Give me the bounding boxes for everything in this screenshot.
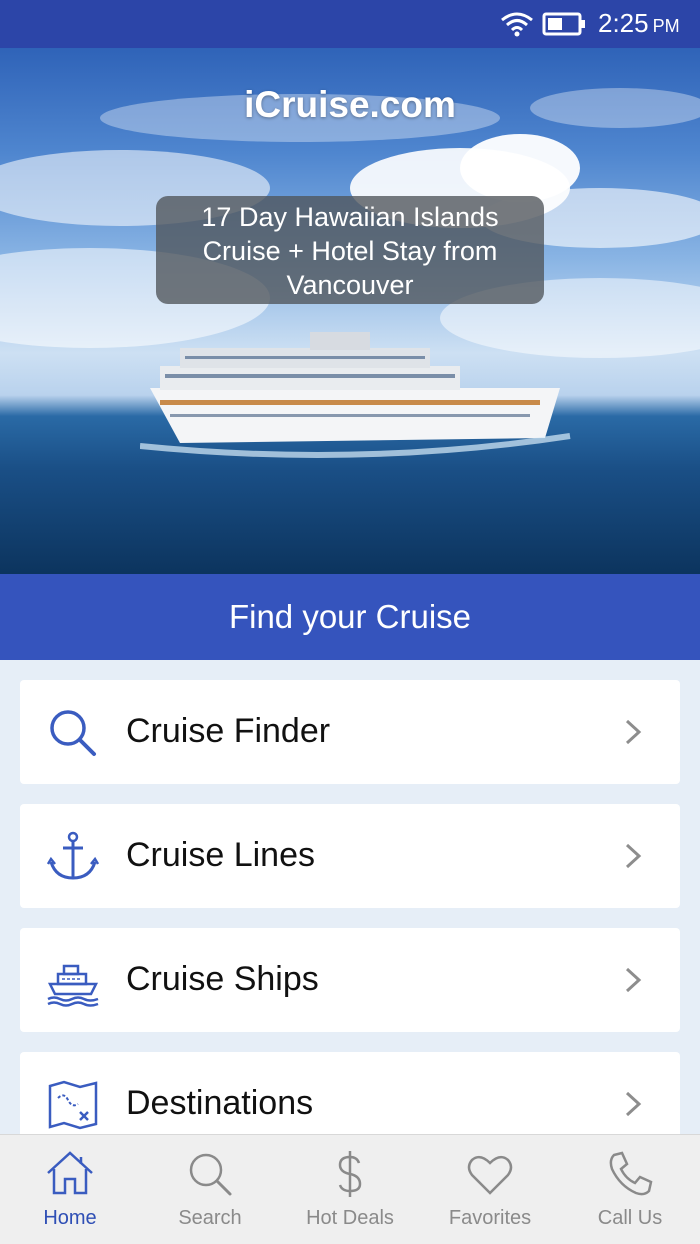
cruise-ship-image: [140, 332, 571, 458]
menu-item-cruise-finder[interactable]: Cruise Finder: [20, 680, 680, 784]
tab-label: Call Us: [597, 1207, 663, 1229]
app-title: iCruise.com: [244, 84, 456, 125]
find-cruise-header: Find your Cruise: [0, 574, 700, 660]
map-icon: [48, 1080, 98, 1130]
promo-line: 17 Day Hawaiian Islands: [201, 202, 499, 232]
ship-icon: [47, 964, 99, 1007]
tab-label: Favorites: [448, 1207, 532, 1229]
tab-label: Home: [43, 1207, 97, 1229]
menu-item-label: Cruise Finder: [126, 712, 331, 750]
anchor-icon: [46, 831, 100, 880]
tab-call-us[interactable]: Call Us: [560, 1135, 700, 1244]
menu-item-label: Destinations: [126, 1084, 314, 1122]
promo-line: Cruise + Hotel Stay from: [202, 236, 498, 266]
chevron-right-icon: [625, 1091, 642, 1117]
menu-item-cruise-lines[interactable]: Cruise Lines: [20, 804, 680, 908]
menu-item-cruise-ships[interactable]: Cruise Ships: [20, 928, 680, 1032]
tab-home[interactable]: Home: [0, 1135, 140, 1244]
hero-banner[interactable]: iCruise.com 17 Day Hawaiian Islands Crui…: [0, 48, 700, 574]
home-icon: [47, 1151, 93, 1195]
chevron-right-icon: [625, 843, 642, 869]
chevron-right-icon: [625, 719, 642, 745]
dollar-icon: [338, 1151, 362, 1197]
heart-icon: [467, 1155, 513, 1195]
promo-line: Vancouver: [286, 270, 414, 300]
promo-caption[interactable]: 17 Day Hawaiian Islands Cruise + Hotel S…: [156, 196, 544, 304]
chevron-right-icon: [625, 967, 642, 993]
tab-label: Search: [178, 1207, 242, 1229]
tab-favorites[interactable]: Favorites: [420, 1135, 560, 1244]
tab-search[interactable]: Search: [140, 1135, 280, 1244]
tab-label: Hot Deals: [306, 1207, 394, 1229]
status-bar: 2:25 PM: [0, 0, 700, 48]
menu-item-label: Cruise Ships: [126, 960, 319, 998]
search-icon: [50, 710, 96, 756]
search-icon: [189, 1153, 232, 1196]
battery-icon: [542, 12, 585, 36]
phone-icon: [609, 1151, 653, 1196]
wifi-icon: [501, 12, 533, 37]
bottom-tab-bar: Home Search Hot Deals Favorites Call Us: [0, 1134, 700, 1244]
status-time: 2:25 PM: [598, 8, 680, 38]
menu-item-label: Cruise Lines: [126, 836, 315, 874]
tab-hot-deals[interactable]: Hot Deals: [280, 1135, 420, 1244]
